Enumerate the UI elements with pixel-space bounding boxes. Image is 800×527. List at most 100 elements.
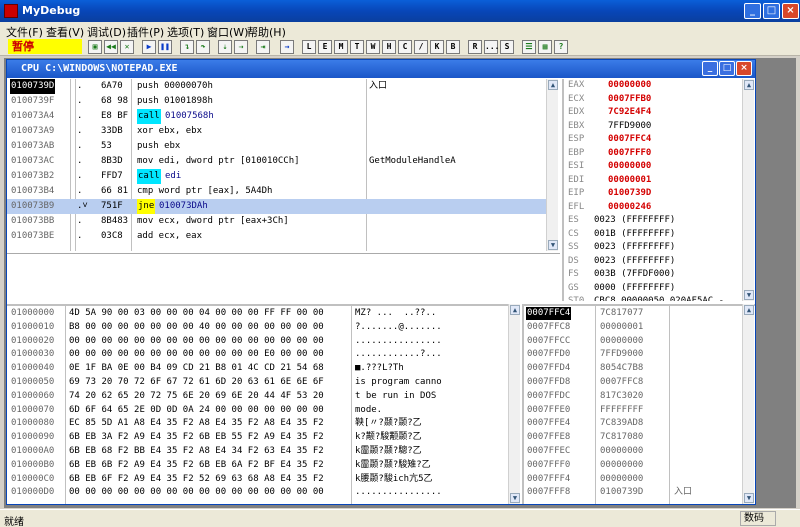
toolbar-letter-b[interactable]: B	[446, 40, 460, 54]
register-row[interactable]: GS 0000 (FFFFFFFF)	[564, 282, 755, 295]
dump-pane[interactable]: 01000000 4D 5A 90 00 03 00 00 00 04 00 00…	[7, 304, 520, 504]
stack-scrollbar[interactable]: ▲ ▼	[742, 304, 754, 504]
close-button[interactable]: ×	[782, 3, 799, 19]
register-row[interactable]: SS 0023 (FFFFFFFF)	[564, 241, 755, 254]
toolbar-letter-l[interactable]: L	[302, 40, 316, 54]
restart-icon[interactable]: ◀◀	[104, 40, 118, 54]
disasm-row[interactable]: 010073A4. E8 BF call 01007568h	[7, 109, 546, 124]
registers-scrollbar[interactable]: ▲ ▼	[742, 79, 754, 301]
register-row[interactable]: ECX 0007FFB0	[564, 93, 755, 106]
dump-row[interactable]: 01000030 00 00 00 00 00 00 00 00 00 00 00…	[7, 348, 520, 361]
cpu-minimize-button[interactable]: _	[702, 61, 718, 76]
step-over-icon[interactable]: ↷	[196, 40, 210, 54]
scroll-up-icon[interactable]: ▲	[744, 305, 754, 315]
trace-into-icon[interactable]: ⇣	[218, 40, 232, 54]
registers-pane[interactable]: EAX 00000000 ECX 0007FFB0 EDX 7C92E4F4 EBX 7FFD…	[562, 79, 755, 301]
disasm-row[interactable]: 010073BE. 03C8 add ecx, eax	[7, 229, 546, 244]
stack-row[interactable]: 0007FFDC 817C3020	[524, 390, 755, 403]
scroll-up-icon[interactable]: ▲	[548, 80, 558, 90]
toolbar-letter-r[interactable]: R	[468, 40, 482, 54]
stack-row[interactable]: 0007FFD4 8054C7B8	[524, 362, 755, 375]
scroll-down-icon[interactable]: ▼	[510, 493, 520, 503]
dump-row[interactable]: 010000D0 00 00 00 00 00 00 00 00 00 00 00…	[7, 486, 520, 499]
register-row[interactable]: EBX 7FFD9000	[564, 120, 755, 133]
stack-row[interactable]: 0007FFEC 00000000	[524, 445, 755, 458]
stack-row[interactable]: 0007FFD8 0007FFC8	[524, 376, 755, 389]
step-into-icon[interactable]: ↴	[180, 40, 194, 54]
disasm-row[interactable]: 010073BB. 8B483 mov ecx, dword ptr [eax+3C…	[7, 214, 546, 229]
disasm-row[interactable]: 010073B4. 66 81 cmp word ptr [eax], 5A4Dh	[7, 184, 546, 199]
help-icon[interactable]: ?	[554, 40, 568, 54]
list-icon[interactable]: ☰	[522, 40, 536, 54]
open-icon[interactable]: ▣	[88, 40, 102, 54]
stack-row[interactable]: 0007FFE4 7C839AD8	[524, 417, 755, 430]
disassembly-pane[interactable]: 0100739D. 6A70 push 00000070h 入口 0100739F. 68…	[7, 79, 560, 251]
execute-till-return-icon[interactable]: ⇥	[256, 40, 270, 54]
scroll-down-icon[interactable]: ▼	[548, 240, 558, 250]
toolbar-letter-s[interactable]: S	[500, 40, 514, 54]
register-row[interactable]: ESP 0007FFC4	[564, 133, 755, 146]
stack-row[interactable]: 0007FFF8 0100739D 入口	[524, 486, 755, 499]
register-row[interactable]: ES 0023 (FFFFFFFF)	[564, 214, 755, 227]
run-icon[interactable]: ▶	[142, 40, 156, 54]
register-row[interactable]: EDX 7C92E4F4	[564, 106, 755, 119]
dump-row[interactable]: 010000B0 6B EB 6B F2 A9 E4 35 F2 6B EB 6A…	[7, 459, 520, 472]
register-row[interactable]: CS 001B (FFFFFFFF)	[564, 228, 755, 241]
disasm-row[interactable]: 010073B2. FFD7 call edi	[7, 169, 546, 184]
trace-over-icon[interactable]: ⇢	[234, 40, 248, 54]
toolbar-letter-e[interactable]: E	[318, 40, 332, 54]
disasm-row[interactable]: 010073AB. 53 push ebx	[7, 139, 546, 154]
register-row[interactable]: EAX 00000000	[564, 79, 755, 92]
dump-row[interactable]: 01000060 74 20 62 65 20 72 75 6E 20 69 6E…	[7, 390, 520, 403]
toolbar-letter-k[interactable]: K	[430, 40, 444, 54]
dump-row[interactable]: 010000C0 6B EB 6F F2 A9 E4 35 F2 52 69 63…	[7, 473, 520, 486]
toolbar-letter-slash[interactable]: /	[414, 40, 428, 54]
options-icon[interactable]: ▦	[538, 40, 552, 54]
stack-row[interactable]: 0007FFF0 00000000	[524, 459, 755, 472]
scroll-up-icon[interactable]: ▲	[744, 80, 754, 90]
disasm-row[interactable]: 010073B9 .˅ 751F jne 010073DAh	[7, 199, 546, 214]
toolbar-letter-t[interactable]: T	[350, 40, 364, 54]
close-process-icon[interactable]: ✕	[120, 40, 134, 54]
dump-row[interactable]: 01000020 00 00 00 00 00 00 00 00 00 00 00…	[7, 335, 520, 348]
stack-row[interactable]: 0007FFF4 00000000	[524, 473, 755, 486]
register-row[interactable]: EFL 00000246	[564, 201, 755, 214]
goto-icon[interactable]: →	[280, 40, 294, 54]
dump-scrollbar[interactable]: ▲ ▼	[508, 304, 520, 504]
dump-row[interactable]: 01000070 6D 6F 64 65 2E 0D 0D 0A 24 00 00…	[7, 404, 520, 417]
toolbar-letter-m[interactable]: M	[334, 40, 348, 54]
dump-row[interactable]: 010000A0 6B EB 68 F2 BB E4 35 F2 A8 E4 34…	[7, 445, 520, 458]
dump-row[interactable]: 01000000 4D 5A 90 00 03 00 00 00 04 00 00…	[7, 307, 520, 320]
cpu-maximize-button[interactable]: □	[719, 61, 735, 76]
disasm-row[interactable]: 010073AC. 8B3D mov edi, dword ptr [010010C…	[7, 154, 546, 169]
stack-row[interactable]: 0007FFE8 7C817080	[524, 431, 755, 444]
stack-row[interactable]: 0007FFE0 FFFFFFFF	[524, 404, 755, 417]
dump-row[interactable]: 01000080 EC 85 5D A1 A8 E4 35 F2 A8 E4 35…	[7, 417, 520, 430]
register-row[interactable]: FS 003B (7FFDF000)	[564, 268, 755, 281]
stack-row[interactable]: 0007FFCC 00000000	[524, 335, 755, 348]
dump-row[interactable]: 01000010 B8 00 00 00 00 00 00 00 40 00 00…	[7, 321, 520, 334]
disasm-row[interactable]: 0100739D. 6A70 push 00000070h 入口	[7, 79, 546, 94]
scroll-up-icon[interactable]: ▲	[510, 305, 520, 315]
minimize-button[interactable]: _	[744, 3, 761, 19]
register-row[interactable]: EIP 0100739D	[564, 187, 755, 200]
scroll-down-icon[interactable]: ▼	[744, 290, 754, 300]
toolbar-letter-dots[interactable]: ...	[484, 40, 499, 54]
register-row[interactable]: ESI 00000000	[564, 160, 755, 173]
toolbar-letter-h[interactable]: H	[382, 40, 396, 54]
stack-pane[interactable]: 0007FFC4 7C817077 0007FFC8 00000001 0007FFCC…	[522, 304, 755, 504]
disassembly-scrollbar[interactable]: ▲ ▼	[546, 79, 558, 251]
stack-row[interactable]: 0007FFC4 7C817077	[524, 307, 755, 320]
pause-icon[interactable]: ❚❚	[158, 40, 172, 54]
register-row[interactable]: EDI 00000001	[564, 174, 755, 187]
dump-row[interactable]: 01000050 69 73 20 70 72 6F 67 72 61 6D 20…	[7, 376, 520, 389]
scroll-down-icon[interactable]: ▼	[744, 493, 754, 503]
disasm-row[interactable]: 010073A9. 33DB xor ebx, ebx	[7, 124, 546, 139]
toolbar-letter-w[interactable]: W	[366, 40, 380, 54]
dump-row[interactable]: 01000090 6B EB 3A F2 A9 E4 35 F2 6B EB 55…	[7, 431, 520, 444]
toolbar-letter-c[interactable]: C	[398, 40, 412, 54]
register-row[interactable]: DS 0023 (FFFFFFFF)	[564, 255, 755, 268]
register-row[interactable]: ST0 CBC8 00000050 020AF5AC -	[564, 295, 755, 301]
stack-row[interactable]: 0007FFD0 7FFD9000	[524, 348, 755, 361]
disasm-row[interactable]: 0100739F. 68 98 push 01001898h	[7, 94, 546, 109]
